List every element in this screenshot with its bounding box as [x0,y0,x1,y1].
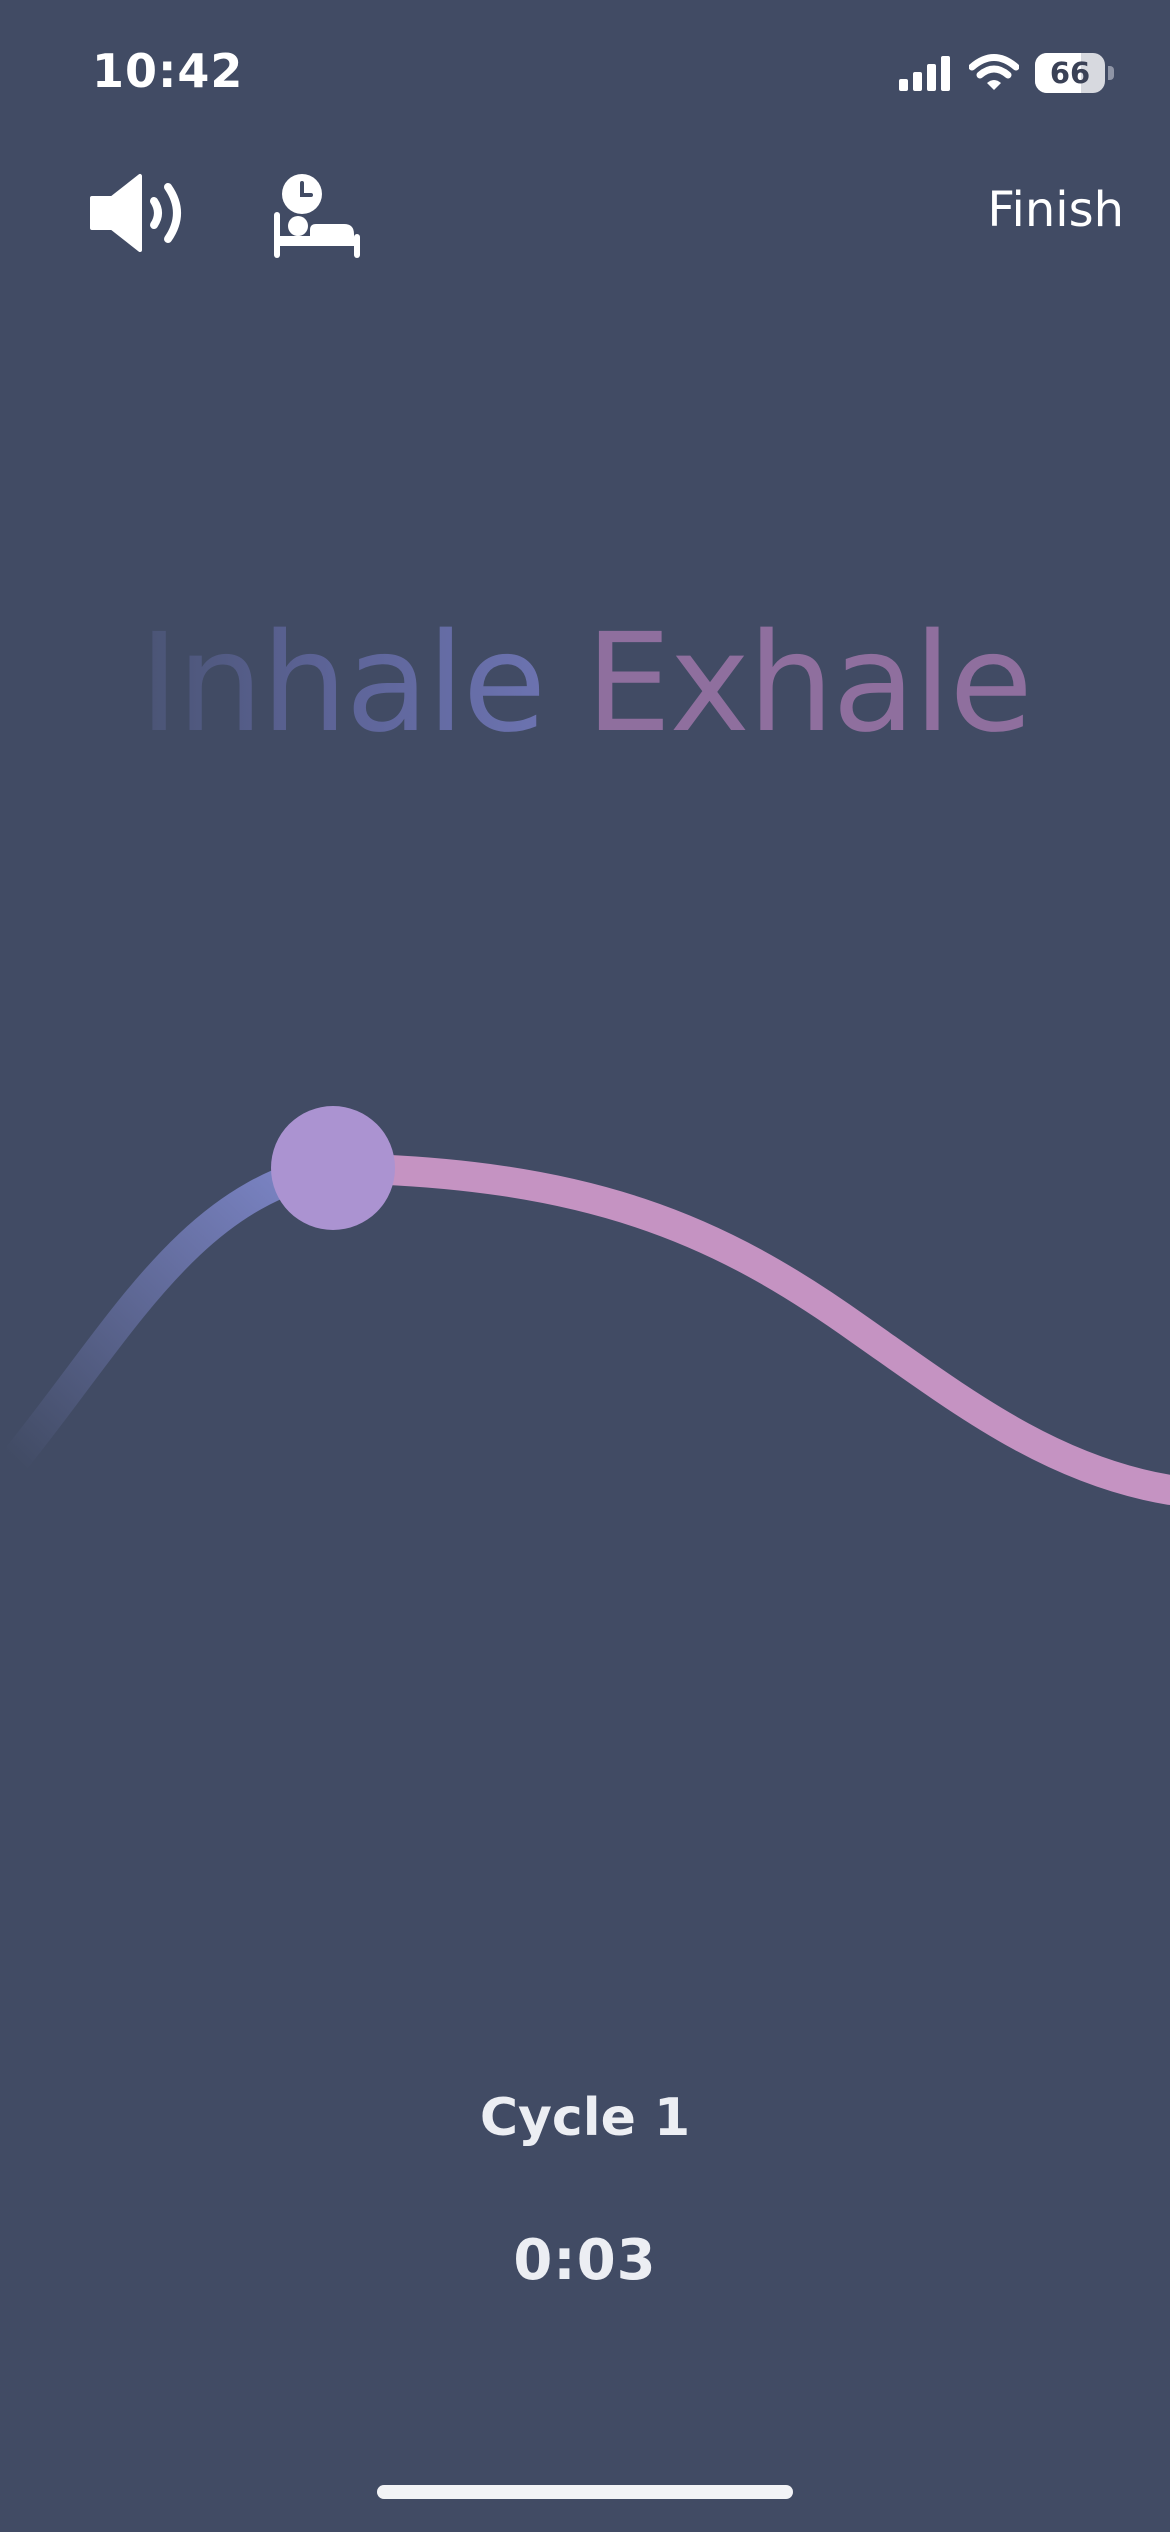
sleep-timer-icon [274,174,360,258]
battery-tip [1108,66,1114,80]
battery-icon: 66 [1035,53,1105,93]
exhale-wave-segment [315,1153,1170,1505]
sound-toggle-button[interactable] [88,170,198,256]
elapsed-timer: 0:03 [513,2228,657,2293]
inhale-wave-segment [0,1153,345,1475]
wifi-icon [969,54,1019,90]
breath-wave [0,1106,1170,1505]
breath-progress-marker [271,1106,395,1230]
home-indicator[interactable] [377,2485,793,2499]
status-icons: 66 [899,50,1114,96]
status-time: 10:42 [92,44,244,98]
cycle-counter: Cycle 1 [479,2088,691,2148]
signal-icon [899,56,950,91]
exhale-label: Exhale [585,605,1033,763]
breathing-screen: 10:42 66 Finish Inhale Exhale Cycle 1 0:… [0,0,1170,2532]
speaker-volume-icon [90,174,181,252]
inhale-label: Inhale [139,605,546,763]
sleep-timer-button[interactable] [272,172,362,258]
finish-button[interactable]: Finish [987,182,1124,238]
battery-percentage: 66 [1049,56,1091,90]
breath-phase-headline: Inhale Exhale [0,605,1170,763]
